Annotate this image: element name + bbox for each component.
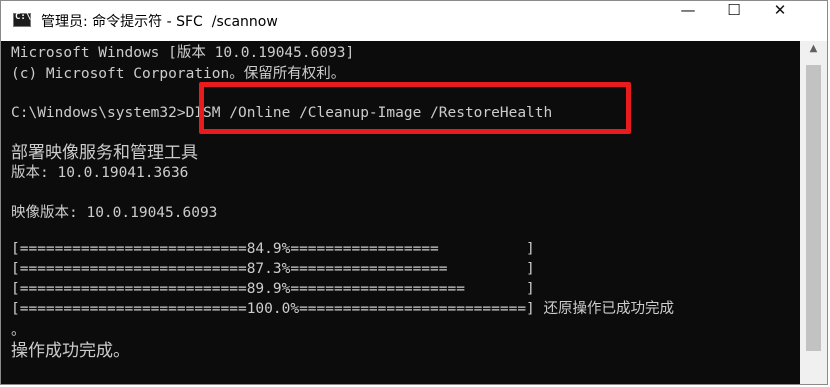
console-line-tool-name: 部署映像服务和管理工具 xyxy=(11,143,198,163)
cmd-icon-glyph: C:\ xyxy=(15,12,32,22)
window-title: 管理员: 命令提示符 - SFC /scannow xyxy=(41,14,278,30)
minimize-button[interactable]: — xyxy=(665,1,711,41)
vertical-scrollbar[interactable]: ▲ xyxy=(800,41,827,384)
console-line-tool-version: 版本: 10.0.19041.3636 xyxy=(11,165,189,181)
cmd-window: C:\ 管理员: 命令提示符 - SFC /scannow — ☐ ✕ Micr… xyxy=(0,0,828,385)
progress-line-89: [==========================89.9%========… xyxy=(11,281,535,297)
scroll-thumb[interactable] xyxy=(806,65,821,351)
progress-line-84: [==========================84.9%========… xyxy=(11,241,535,257)
progress-line-87: [==========================87.3%========… xyxy=(11,261,535,277)
maximize-button[interactable]: ☐ xyxy=(711,1,757,41)
console-line-period: 。 xyxy=(11,323,26,339)
progress-line-100: [==========================100.0%=======… xyxy=(11,301,675,317)
command-highlight xyxy=(199,82,631,134)
console-line-image-version: 映像版本: 10.0.19045.6093 xyxy=(11,205,218,221)
console-output[interactable]: Microsoft Windows [版本 10.0.19045.6093] (… xyxy=(1,41,800,384)
cmd-icon[interactable]: C:\ xyxy=(13,12,32,27)
console-line-version: Microsoft Windows [版本 10.0.19045.6093] xyxy=(11,45,355,61)
minimize-icon: — xyxy=(680,1,696,19)
maximize-icon: ☐ xyxy=(727,1,741,19)
close-icon: ✕ xyxy=(773,1,787,19)
console-line-success: 操作成功完成。 xyxy=(11,341,130,361)
scroll-up-icon[interactable]: ▲ xyxy=(800,43,827,61)
title-bar[interactable]: C:\ 管理员: 命令提示符 - SFC /scannow — ☐ ✕ xyxy=(1,1,827,41)
close-button[interactable]: ✕ xyxy=(757,1,803,41)
console-line-copyright: (c) Microsoft Corporation。保留所有权利。 xyxy=(11,66,346,82)
